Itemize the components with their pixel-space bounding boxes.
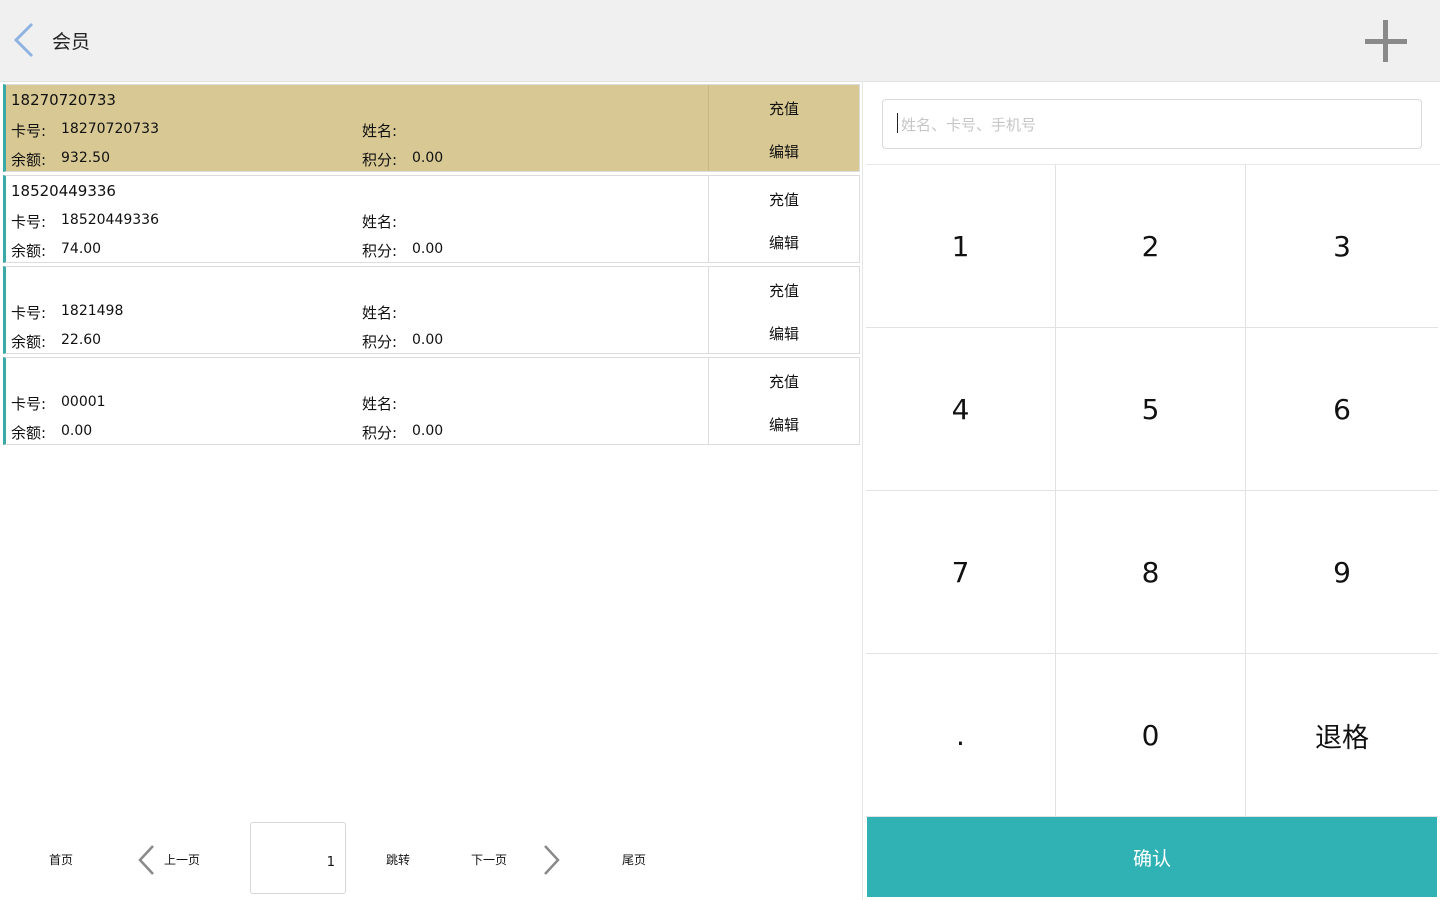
balance-value: 932.50: [61, 150, 110, 166]
text-caret: [897, 113, 898, 133]
panel-divider: [862, 82, 863, 900]
key-8[interactable]: 8: [1056, 491, 1246, 654]
key-1[interactable]: 1: [866, 165, 1056, 328]
member-phone: 18520449336: [11, 182, 116, 200]
numeric-keypad: 1 2 3 4 5 6 7 8 9. 0 退格: [866, 165, 1438, 817]
card-no-value: 18520449336: [61, 212, 159, 228]
points-value: 0.00: [412, 332, 444, 348]
last-page-button[interactable]: 尾页: [622, 851, 646, 868]
card-no-value: 18270720733: [61, 121, 159, 137]
key-7[interactable]: 7: [866, 491, 1056, 654]
card-no-label: 卡号:: [11, 122, 47, 140]
recharge-button[interactable]: 充值: [709, 189, 859, 210]
edit-button[interactable]: 编辑: [709, 141, 859, 162]
key-0[interactable]: 0: [1056, 654, 1246, 817]
card-actions: 充值 编辑: [708, 267, 859, 353]
recharge-button[interactable]: 充值: [709, 371, 859, 392]
member-card[interactable]: 18270720733 卡号: 18270720733 姓名: 余额: 932.…: [3, 84, 860, 172]
key-backspace[interactable]: 退格: [1246, 654, 1438, 817]
balance-value: 74.00: [61, 241, 102, 257]
card-no-value: 1821498: [61, 303, 124, 319]
prev-page-button[interactable]: 上一页: [164, 851, 200, 868]
member-card[interactable]: 卡号: 1821498 姓名: 余额: 22.60 积分: 0.00 充值 编辑: [3, 266, 860, 354]
card-no-value: 00001: [61, 394, 106, 410]
balance-value: 22.60: [61, 332, 102, 348]
balance-label: 余额:: [11, 151, 47, 169]
points-label: 积分:: [362, 424, 398, 442]
next-page-button[interactable]: 下一页: [471, 851, 507, 868]
name-label: 姓名:: [362, 395, 398, 413]
recharge-button[interactable]: 充值: [709, 98, 859, 119]
key-2[interactable]: 2: [1056, 165, 1246, 328]
recharge-button[interactable]: 充值: [709, 280, 859, 301]
card-actions: 充值 编辑: [708, 85, 859, 171]
key-decimal[interactable]: .: [866, 654, 1056, 817]
points-label: 积分:: [362, 333, 398, 351]
member-card[interactable]: 18520449336 卡号: 18520449336 姓名: 余额: 74.0…: [3, 175, 860, 263]
jump-button[interactable]: 跳转: [386, 851, 410, 868]
name-label: 姓名:: [362, 213, 398, 231]
key-5[interactable]: 5: [1056, 328, 1246, 491]
first-page-button[interactable]: 首页: [49, 851, 73, 868]
key-3[interactable]: 3: [1246, 165, 1438, 328]
name-label: 姓名:: [362, 304, 398, 322]
add-member-button[interactable]: [1362, 18, 1410, 64]
card-actions: 充值 编辑: [708, 176, 859, 262]
page-number-value: 1: [326, 855, 335, 870]
edit-button[interactable]: 编辑: [709, 323, 859, 344]
member-card[interactable]: 卡号: 00001 姓名: 余额: 0.00 积分: 0.00 充值 编辑: [3, 357, 860, 445]
points-value: 0.00: [412, 423, 444, 439]
balance-value: 0.00: [61, 423, 93, 439]
chevron-left-icon[interactable]: [136, 844, 156, 876]
key-4[interactable]: 4: [866, 328, 1056, 491]
card-no-label: 卡号:: [11, 304, 47, 322]
balance-label: 余额:: [11, 242, 47, 260]
page-title: 会员: [52, 31, 91, 53]
top-bar: 会员: [0, 0, 1440, 82]
edit-button[interactable]: 编辑: [709, 414, 859, 435]
chevron-right-icon[interactable]: [542, 844, 562, 876]
points-value: 0.00: [412, 241, 444, 257]
balance-label: 余额:: [11, 424, 47, 442]
name-label: 姓名:: [362, 122, 398, 140]
page-number-input[interactable]: 1: [250, 822, 346, 894]
search-input[interactable]: 姓名、卡号、手机号: [882, 99, 1422, 149]
card-no-label: 卡号:: [11, 213, 47, 231]
card-actions: 充值 编辑: [708, 358, 859, 444]
pagination: 首页 上一页 1 跳转 下一页 尾页: [0, 820, 862, 898]
points-value: 0.00: [412, 150, 444, 166]
search-placeholder: 姓名、卡号、手机号: [901, 116, 1037, 134]
plus-icon: [1365, 20, 1407, 62]
points-label: 积分:: [362, 151, 398, 169]
edit-button[interactable]: 编辑: [709, 232, 859, 253]
card-no-label: 卡号:: [11, 395, 47, 413]
member-phone: 18270720733: [11, 91, 116, 109]
balance-label: 余额:: [11, 333, 47, 351]
key-9[interactable]: 9: [1246, 491, 1438, 654]
back-button[interactable]: [10, 20, 40, 60]
points-label: 积分:: [362, 242, 398, 260]
confirm-button[interactable]: 确认: [867, 817, 1437, 897]
chevron-left-icon: [13, 22, 34, 58]
member-list: 18270720733 卡号: 18270720733 姓名: 余额: 932.…: [3, 84, 860, 448]
key-6[interactable]: 6: [1246, 328, 1438, 491]
